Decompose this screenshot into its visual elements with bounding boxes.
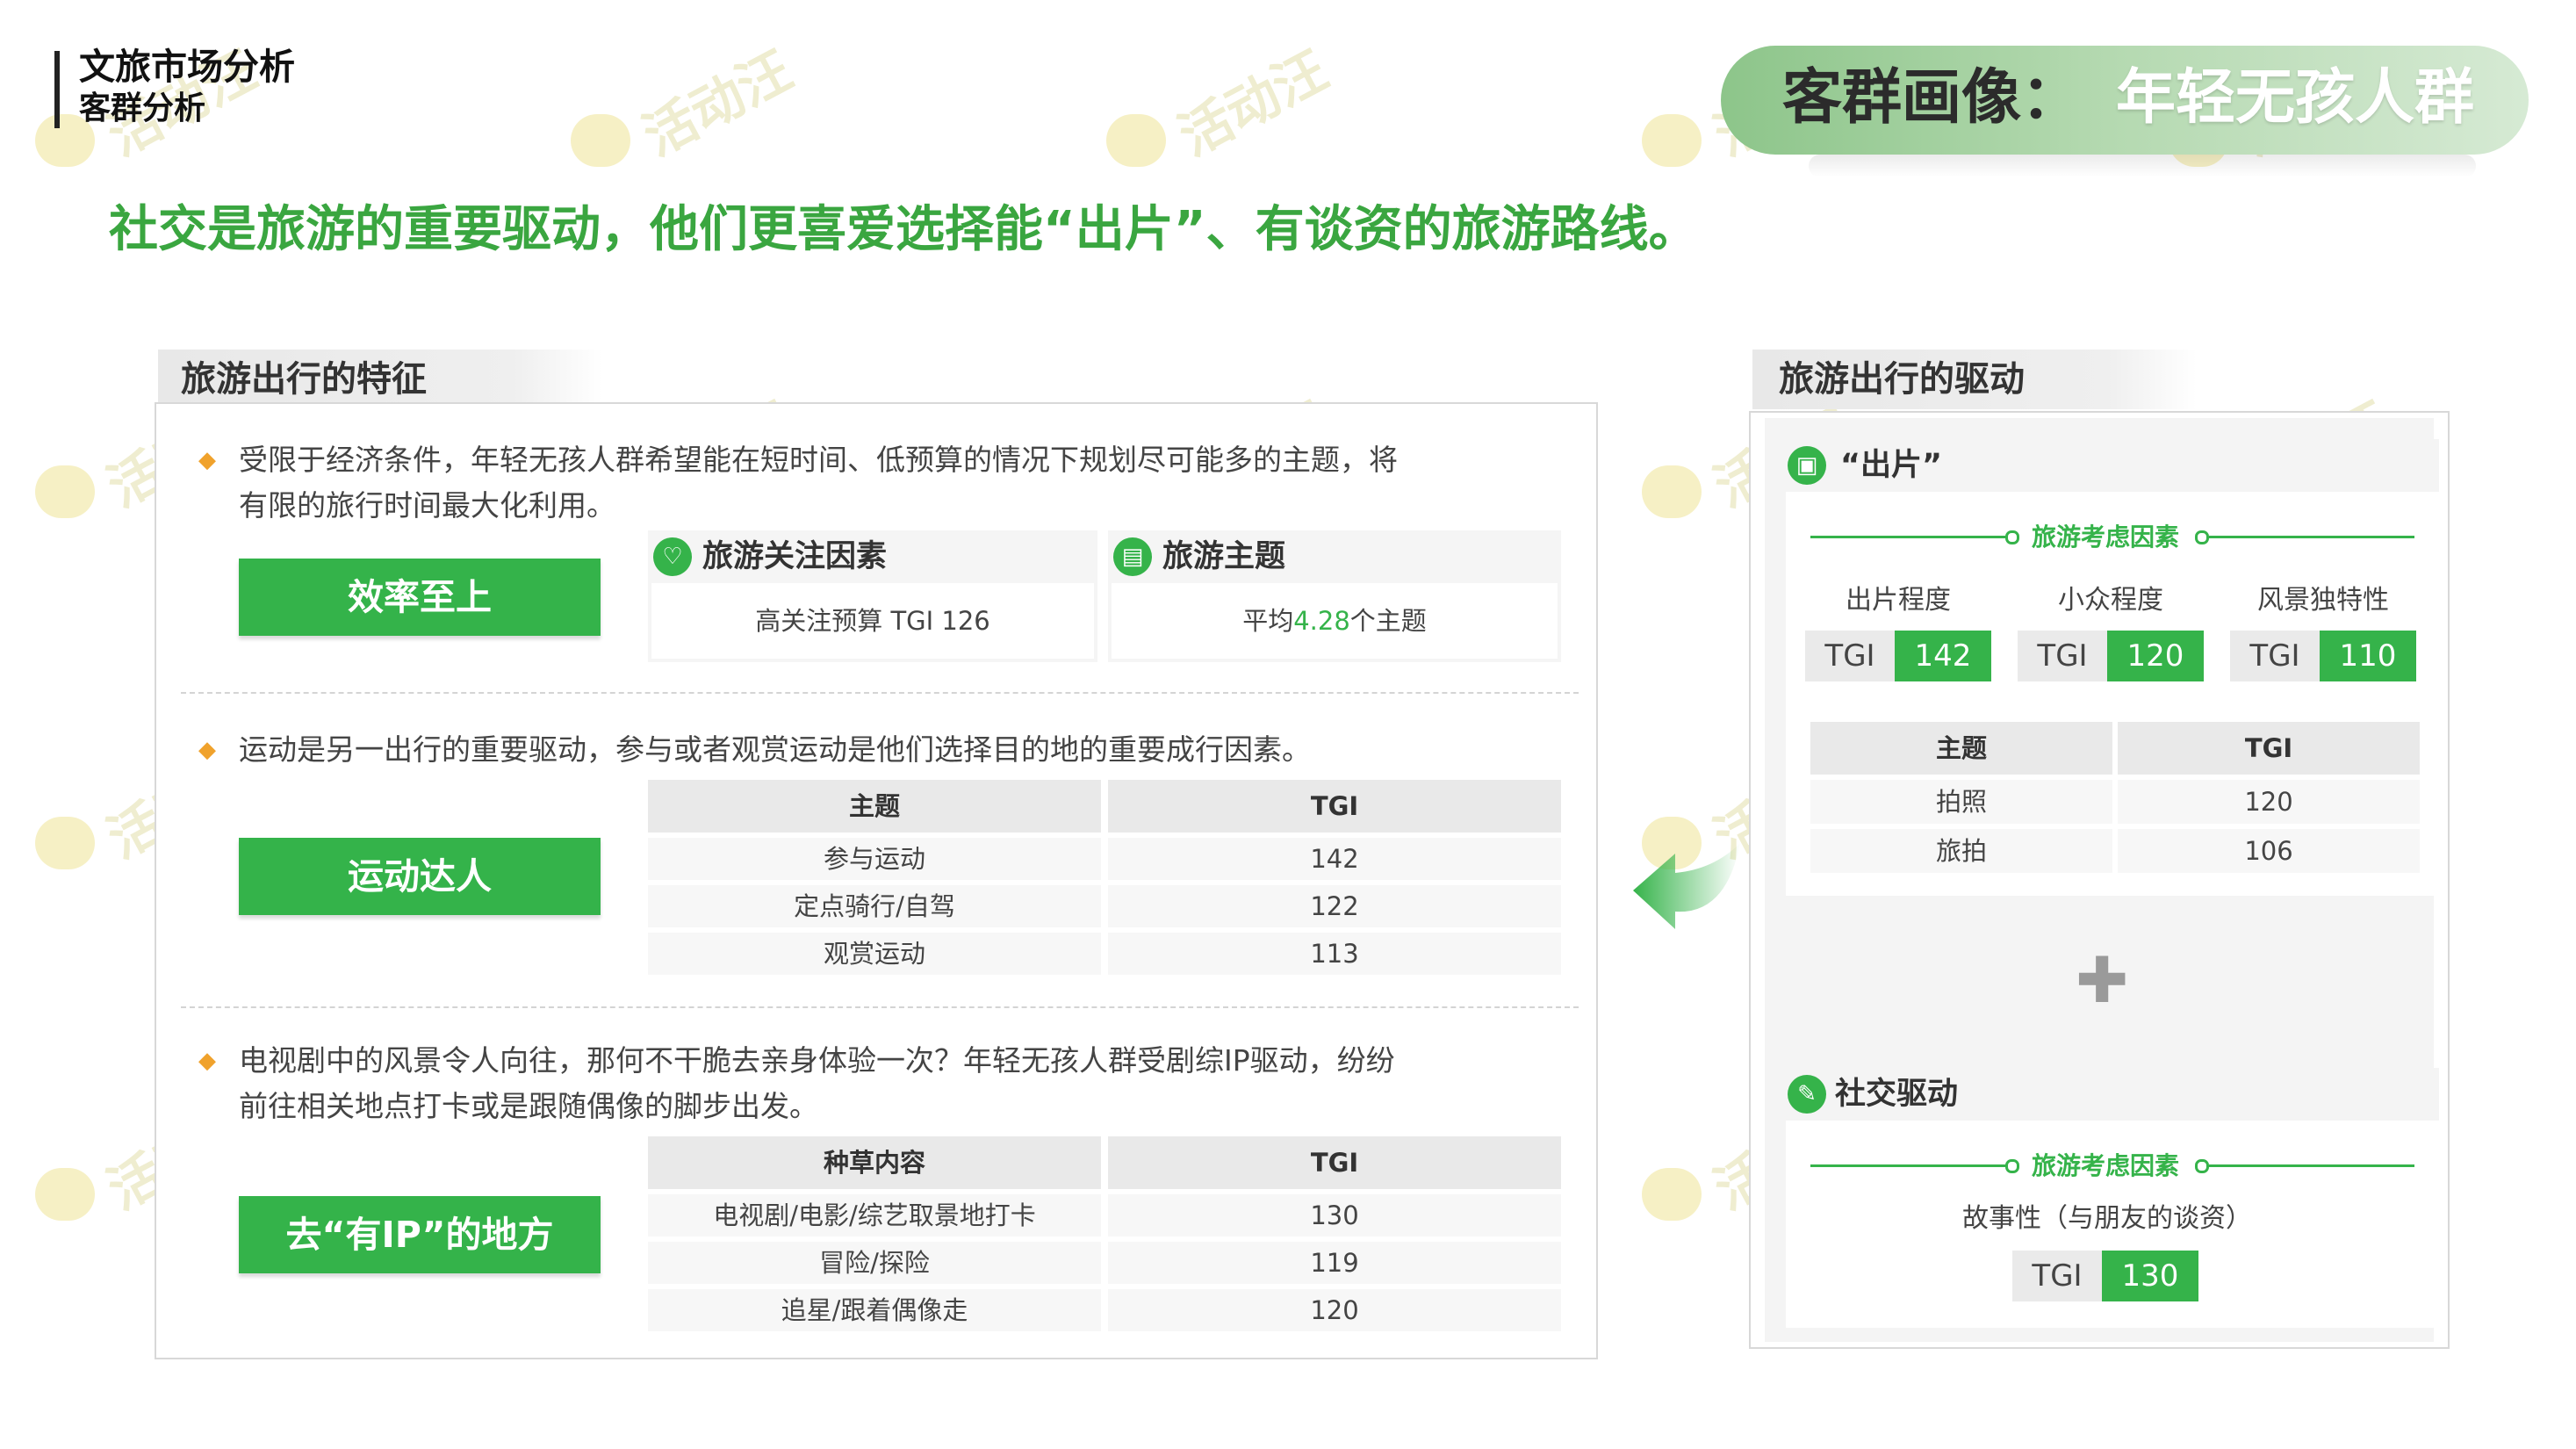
plus-icon: ✚ [2076,943,2129,1017]
factor-title: 旅游关注因素 [702,539,888,574]
title-badge-text: 客群画像： 年轻无孩人群 [1782,54,2474,142]
divider [181,692,1579,694]
ip-destination-button[interactable]: 去“有IP”的地方 [239,1196,601,1273]
tgi-label: TGI [2230,631,2320,681]
metric-label: 故事性（与朋友的谈资） [1962,1203,2252,1234]
table-header: 种草内容 [648,1136,1101,1189]
diamond-bullet-icon: ◆ [198,737,216,763]
factor-dot [2195,1159,2209,1173]
efficiency-button[interactable]: 效率至上 [239,559,601,636]
section1-text-line1: 受限于经济条件，年轻无孩人群希望能在短时间、低预算的情况下规划尽可能多的主题，将 [239,443,1398,477]
table-cell: 106 [2118,829,2420,873]
table-cell: 120 [1108,1289,1561,1331]
table-header: TGI [1108,780,1561,833]
watermark-logo [571,114,630,167]
section2-text: 运动是另一出行的重要驱动，参与或者观赏运动是他们选择目的地的重要成行因素。 [239,732,1311,767]
table-header: 主题 [648,780,1101,833]
table-header: 主题 [1810,722,2112,775]
table-cell: 参与运动 [648,838,1101,880]
section-title: 文旅市场分析 [79,46,295,88]
badge-highlight: 年轻无孩人群 [2116,63,2475,133]
section1-text: 受限于经济条件，年轻无孩人群希望能在短时间、低预算的情况下规划尽可能多的主题，将… [239,437,1573,529]
section3-text-line2: 前往相关地点打卡或是跟随偶像的脚步出发。 [239,1089,818,1123]
theme-value: 平均4.28个主题 [1112,583,1558,659]
chat-icon: ✎ [1788,1075,1826,1114]
watermark-logo [35,817,95,869]
tgi-value: 142 [1895,631,1991,681]
table-cell: 电视剧/电影/综艺取景地打卡 [648,1194,1101,1236]
sports-button[interactable]: 运动达人 [239,838,601,915]
watermark-logo [1642,465,1702,518]
table-cell: 追星/跟着偶像走 [648,1289,1101,1331]
heart-check-icon: ♡ [653,537,692,576]
table-header: TGI [1108,1136,1561,1189]
image-icon: ▣ [1788,446,1826,485]
factor-label: 旅游考虑因素 [2032,523,2180,551]
table-cell: 130 [1108,1194,1561,1236]
tgi-label: TGI [1805,631,1895,681]
factor-dot [2195,530,2209,544]
watermark-logo [35,465,95,518]
factor-line [2209,536,2414,538]
metric-label: 小众程度 [2058,585,2163,616]
header-accent-bar [54,51,60,128]
theme-value-suffix: 个主题 [1349,606,1427,636]
watermark-text: 活动汪 [633,40,802,169]
table-cell: 119 [1108,1242,1561,1284]
watermark-logo [35,1168,95,1221]
table-cell: 定点骑行/自驾 [648,885,1101,927]
curved-arrow-left-icon [1633,843,1740,929]
table-cell: 122 [1108,885,1561,927]
tgi-label: TGI [2018,631,2107,681]
theme-title: 旅游主题 [1162,539,1286,574]
divider [181,1006,1579,1008]
table-cell: 113 [1108,933,1561,975]
page-headline: 社交是旅游的重要驱动，他们更喜爱选择能“出片”、有谈资的旅游路线。 [109,201,1698,258]
tgi-value: 130 [2102,1251,2198,1301]
table-cell: 观赏运动 [648,933,1101,975]
badge-title: 客群画像： [1782,63,2082,133]
theme-box: ▤ 旅游主题 平均4.28个主题 [1108,530,1561,662]
factor-label: 旅游考虑因素 [2032,1151,2180,1180]
document-icon: ▤ [1113,537,1152,576]
section3-text: 电视剧中的风景令人向往，那何不干脆去亲身体验一次？年轻无孩人群受剧综IP驱动，纷… [239,1038,1395,1129]
factor-line [1810,536,2014,538]
section1-text-line2: 有限的旅行时间最大化利用。 [239,488,615,523]
tgi-value: 110 [2320,631,2416,681]
table-cell: 120 [2118,780,2420,824]
badge-shadow [1809,155,2476,177]
metric-label: 出片程度 [1846,585,1951,616]
factor-dot [2005,530,2019,544]
right-panel-tab: 旅游出行的驱动 [1752,350,2197,409]
factor-line [1810,1164,2014,1167]
watermark-logo [1106,114,1166,167]
watermark-logo [1642,1168,1702,1221]
diamond-bullet-icon: ◆ [198,1048,216,1074]
left-panel-tab: 旅游出行的特征 [158,350,602,409]
watermark-logo [1642,114,1702,167]
diamond-bullet-icon: ◆ [198,447,216,473]
metric-label: 风景独特性 [2257,585,2389,616]
tgi-label: TGI [2012,1251,2102,1301]
right-panel-title: 旅游出行的驱动 [1779,359,2025,400]
watermark-text: 活动汪 [1169,40,1338,169]
table-cell: 拍照 [1810,780,2112,824]
left-panel-title: 旅游出行的特征 [181,359,427,400]
factor-value: 高关注预算 TGI 126 [651,583,1094,659]
table-header: TGI [2118,722,2420,775]
table-cell: 142 [1108,838,1561,880]
factor-line [2209,1164,2414,1167]
theme-value-prefix: 平均 [1242,606,1294,636]
factor-box: ♡ 旅游关注因素 高关注预算 TGI 126 [648,530,1097,662]
section3-text-line1: 电视剧中的风景令人向往，那何不干脆去亲身体验一次？年轻无孩人群受剧综IP驱动，纷… [239,1043,1395,1078]
factor-dot [2005,1159,2019,1173]
photo-card-title: “出片” [1840,448,1943,483]
tgi-value: 120 [2107,631,2204,681]
theme-value-number: 4.28 [1293,606,1350,636]
table-cell: 冒险/探险 [648,1242,1101,1284]
section-subtitle: 客群分析 [79,90,206,126]
table-cell: 旅拍 [1810,829,2112,873]
social-card-title: 社交驱动 [1835,1077,1959,1112]
